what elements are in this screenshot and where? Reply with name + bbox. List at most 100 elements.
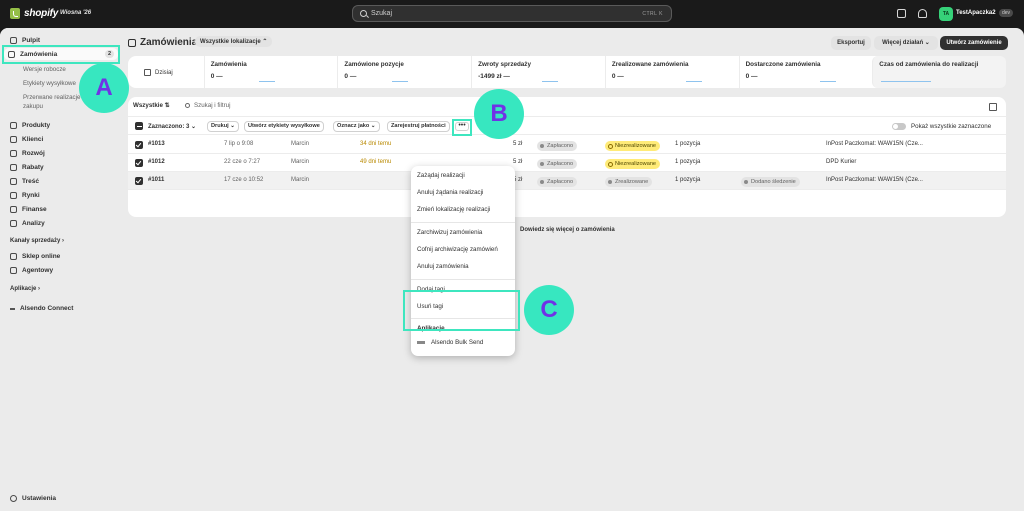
menu-item-cancel-fulfillment-requests[interactable]: Anuluj żądania realizacji (417, 189, 483, 196)
store-name[interactable]: TestApaczka2 (956, 10, 996, 16)
sales-channels-heading[interactable]: Kanały sprzedaży › (10, 238, 64, 244)
orders-icon (128, 38, 136, 47)
avatar[interactable]: TA (939, 7, 953, 21)
export-button[interactable]: Eksportuj (831, 36, 871, 50)
order-total: 5 zł (513, 141, 523, 147)
items-count: 1 pozycja (675, 141, 701, 147)
sidebar-item-rabaty[interactable]: Rabaty (6, 161, 44, 173)
table-row[interactable]: #1011 17 cze o 10:52 Marcin 5 zł Zapłaco… (128, 172, 1006, 190)
row-checkbox[interactable] (135, 141, 143, 149)
menu-item-archive[interactable]: Zarchiwizuj zamówienia (417, 229, 482, 236)
tab-all[interactable]: Wszystkie ⇅ (133, 102, 170, 109)
menu-divider (411, 279, 515, 280)
menu-item-cancel-orders[interactable]: Anuluj zamówienia (417, 263, 469, 270)
sidebar-item-tresc[interactable]: Treść (6, 175, 39, 187)
sidebar-item-label: Rozwój (22, 149, 45, 157)
shopify-bag-icon (10, 8, 20, 19)
payment-status-badge: Zapłacono (537, 159, 578, 169)
print-button[interactable]: Drukuj ⌄ (207, 121, 239, 132)
mark-as-button[interactable]: Oznacz jako ⌄ (333, 121, 380, 132)
select-all-checkbox[interactable] (135, 122, 143, 130)
sidebar-item-rozwoj[interactable]: Rozwój (6, 147, 45, 159)
show-selected-label: Pokaż wszystkie zaznaczone (911, 123, 992, 130)
sidebar-item-finanse[interactable]: Finanse (6, 203, 47, 215)
tag-icon (10, 121, 17, 129)
search-placeholder: Szukaj (371, 10, 393, 17)
search-shortcut: CTRL K (642, 11, 663, 17)
menu-item-request-fulfillment[interactable]: Zażądaj realizacji (417, 172, 465, 179)
orders-panel: Wszystkie ⇅ Szukaj i filtruj Zaznaczono:… (128, 97, 1006, 217)
metric-card[interactable]: Zwroty sprzedaży -1499 zł — (471, 56, 605, 88)
sidebar-item-analizy[interactable]: Analizy (6, 217, 45, 229)
dev-badge: dev (999, 9, 1014, 17)
metric-value: 0 — (344, 73, 357, 80)
metric-card[interactable]: Zamówienia 0 — (203, 56, 338, 88)
menu-divider (411, 222, 515, 223)
notifications-icon[interactable] (918, 9, 927, 18)
menu-item-alsendo-bulk-send[interactable]: Alsendo Bulk Send (417, 339, 483, 346)
location-filter-button[interactable]: Wszystkie lokalizacje ⌃ (195, 36, 273, 47)
date-range-picker[interactable]: Dzisiaj (128, 56, 204, 88)
filter-search-input[interactable]: Szukaj i filtruj (185, 102, 230, 109)
order-date: 7 lip o 9:08 (224, 141, 254, 147)
create-labels-button[interactable]: Utwórz etykiety wysyłkowe (244, 121, 324, 132)
apps-heading[interactable]: Aplikacje › (10, 286, 40, 292)
sidebar-sub-drafts[interactable]: Wersje robocze (23, 66, 66, 73)
logo-text: shopify (24, 8, 59, 19)
metric-card[interactable]: Zrealizowane zamówienia 0 — (604, 56, 739, 88)
sparkline (258, 81, 275, 82)
customer-name: Marcin (291, 141, 310, 147)
sidebar-item-agentowy[interactable]: Agentowy (6, 264, 53, 276)
metric-value: 0 — (611, 73, 624, 80)
row-checkbox[interactable] (135, 159, 143, 167)
shopify-logo[interactable]: shopify (10, 8, 58, 19)
sidebar-item-alsendo-connect[interactable]: Alsendo Connect (10, 305, 73, 312)
sparkline (542, 81, 559, 82)
table-row[interactable]: #1013 7 lip o 9:08 Marcin 34 dni temu 5 … (128, 136, 1006, 154)
search-icon (360, 10, 367, 17)
calendar-icon (144, 69, 151, 76)
more-actions-button[interactable]: Więcej działań ⌄ (874, 36, 938, 50)
filter-row: Wszystkie ⇅ Szukaj i filtruj (128, 97, 1006, 117)
globe-icon (10, 191, 17, 199)
sidebar-item-produkty[interactable]: Produkty (6, 119, 50, 131)
table-row[interactable]: #1012 22 cze o 7:27 Marcin 49 dni temu 5… (128, 154, 1006, 172)
menu-item-change-location[interactable]: Zmień lokalizację realizacji (417, 206, 490, 213)
sidebar-item-label: Rabaty (22, 163, 44, 171)
shipping-method: InPost Paczkomat: WAW15N (Cze... (826, 141, 923, 147)
sidebar-item-sklep-online[interactable]: Sklep online (6, 250, 60, 262)
payment-status-badge: Zapłacono (537, 141, 578, 151)
selected-count-dropdown[interactable]: Zaznaczono: 3 ⌄ (148, 123, 196, 130)
register-payments-button[interactable]: Zarejestruj płatności (387, 121, 450, 132)
chart-icon (10, 219, 17, 227)
order-total: 5 zł (513, 159, 523, 165)
sidebar-item-label: Klienci (22, 135, 44, 143)
sidebar-sub-shipping-labels[interactable]: Etykiety wysyłkowe (23, 80, 76, 87)
show-selected-toggle[interactable] (892, 123, 906, 130)
order-number[interactable]: #1012 (148, 159, 165, 165)
order-number[interactable]: #1011 (148, 177, 164, 183)
order-number[interactable]: #1013 (148, 141, 165, 147)
top-bar: shopify Wiosna '26 Szukaj CTRL K TA Test… (0, 0, 1024, 28)
metric-card[interactable]: Czas od zamówienia do realizacji (872, 56, 1006, 88)
metric-label: Dostarczone zamówienia (745, 61, 821, 68)
global-search-input[interactable]: Szukaj CTRL K (352, 5, 672, 22)
sidebar-sub-abandoned[interactable]: Przerwane realizacje (23, 94, 80, 101)
person-icon (10, 135, 17, 143)
store-icon[interactable] (897, 9, 906, 18)
order-age: 34 dni temu (360, 141, 392, 147)
metric-card[interactable]: Dostarczone zamówienia 0 — (738, 56, 873, 88)
columns-icon[interactable] (989, 103, 997, 111)
metric-value: 0 — (745, 73, 758, 80)
learn-more-link[interactable]: Dowiedz się więcej o zamówienia (520, 227, 615, 233)
metric-card[interactable]: Zamówione pozycje 0 — (337, 56, 471, 88)
sidebar-item-label: Rynki (22, 191, 40, 199)
row-checkbox[interactable] (135, 177, 143, 185)
menu-item-unarchive[interactable]: Cofnij archiwizację zamówień (417, 246, 498, 253)
sidebar-item-rynki[interactable]: Rynki (6, 189, 40, 201)
create-order-button[interactable]: Utwórz zamówienie (940, 36, 1008, 50)
sidebar-item-label: Ustawienia (22, 494, 56, 502)
sidebar-item-settings[interactable]: Ustawienia (6, 492, 56, 504)
agent-icon (10, 266, 17, 274)
sidebar-item-klienci[interactable]: Klienci (6, 133, 43, 145)
